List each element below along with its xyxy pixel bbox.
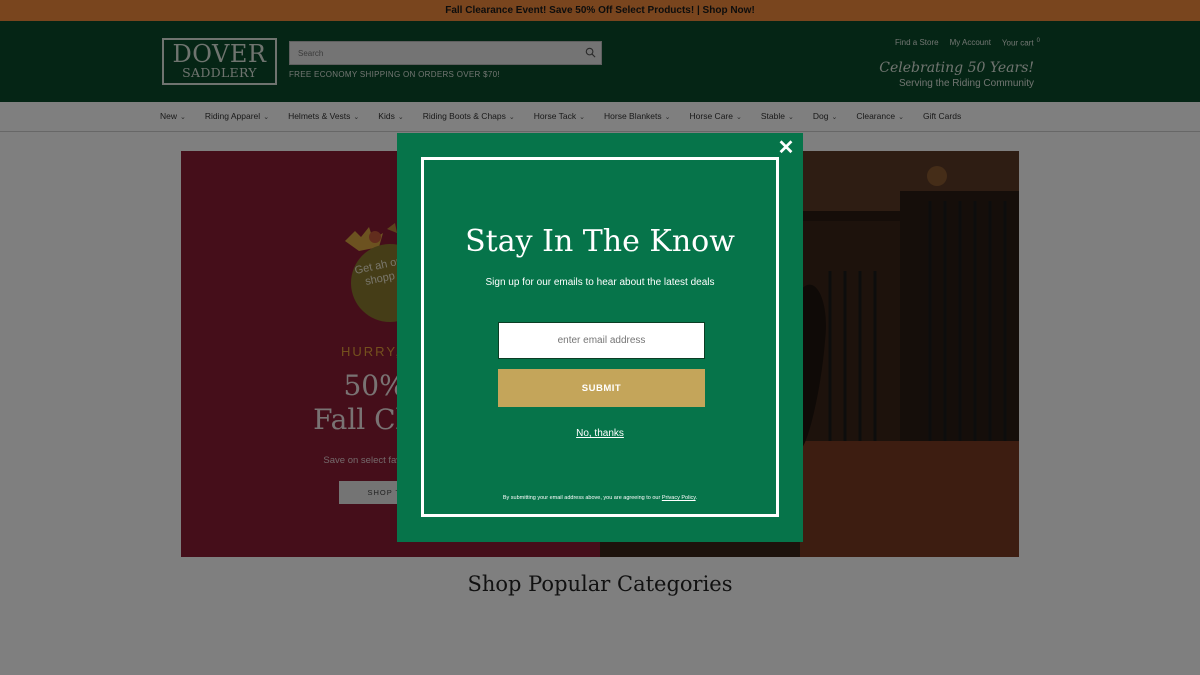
modal-disclaimer: By submitting your email address above, … <box>424 495 776 501</box>
modal-frame: Stay In The Know Sign up for our emails … <box>421 157 779 517</box>
close-icon[interactable]: ✕ <box>777 138 795 158</box>
modal-title: Stay In The Know <box>465 224 735 259</box>
no-thanks-link[interactable]: No, thanks <box>424 428 776 439</box>
privacy-policy-link[interactable]: Privacy Policy <box>662 495 696 501</box>
email-field[interactable] <box>498 322 705 359</box>
submit-button[interactable]: SUBMIT <box>498 369 705 407</box>
modal-subtitle: Sign up for our emails to hear about the… <box>485 277 715 288</box>
email-signup-modal: ✕ Stay In The Know Sign up for our email… <box>397 133 803 542</box>
disclaimer-period: . <box>695 495 698 501</box>
disclaimer-text: By submitting your email address above, … <box>502 495 661 501</box>
